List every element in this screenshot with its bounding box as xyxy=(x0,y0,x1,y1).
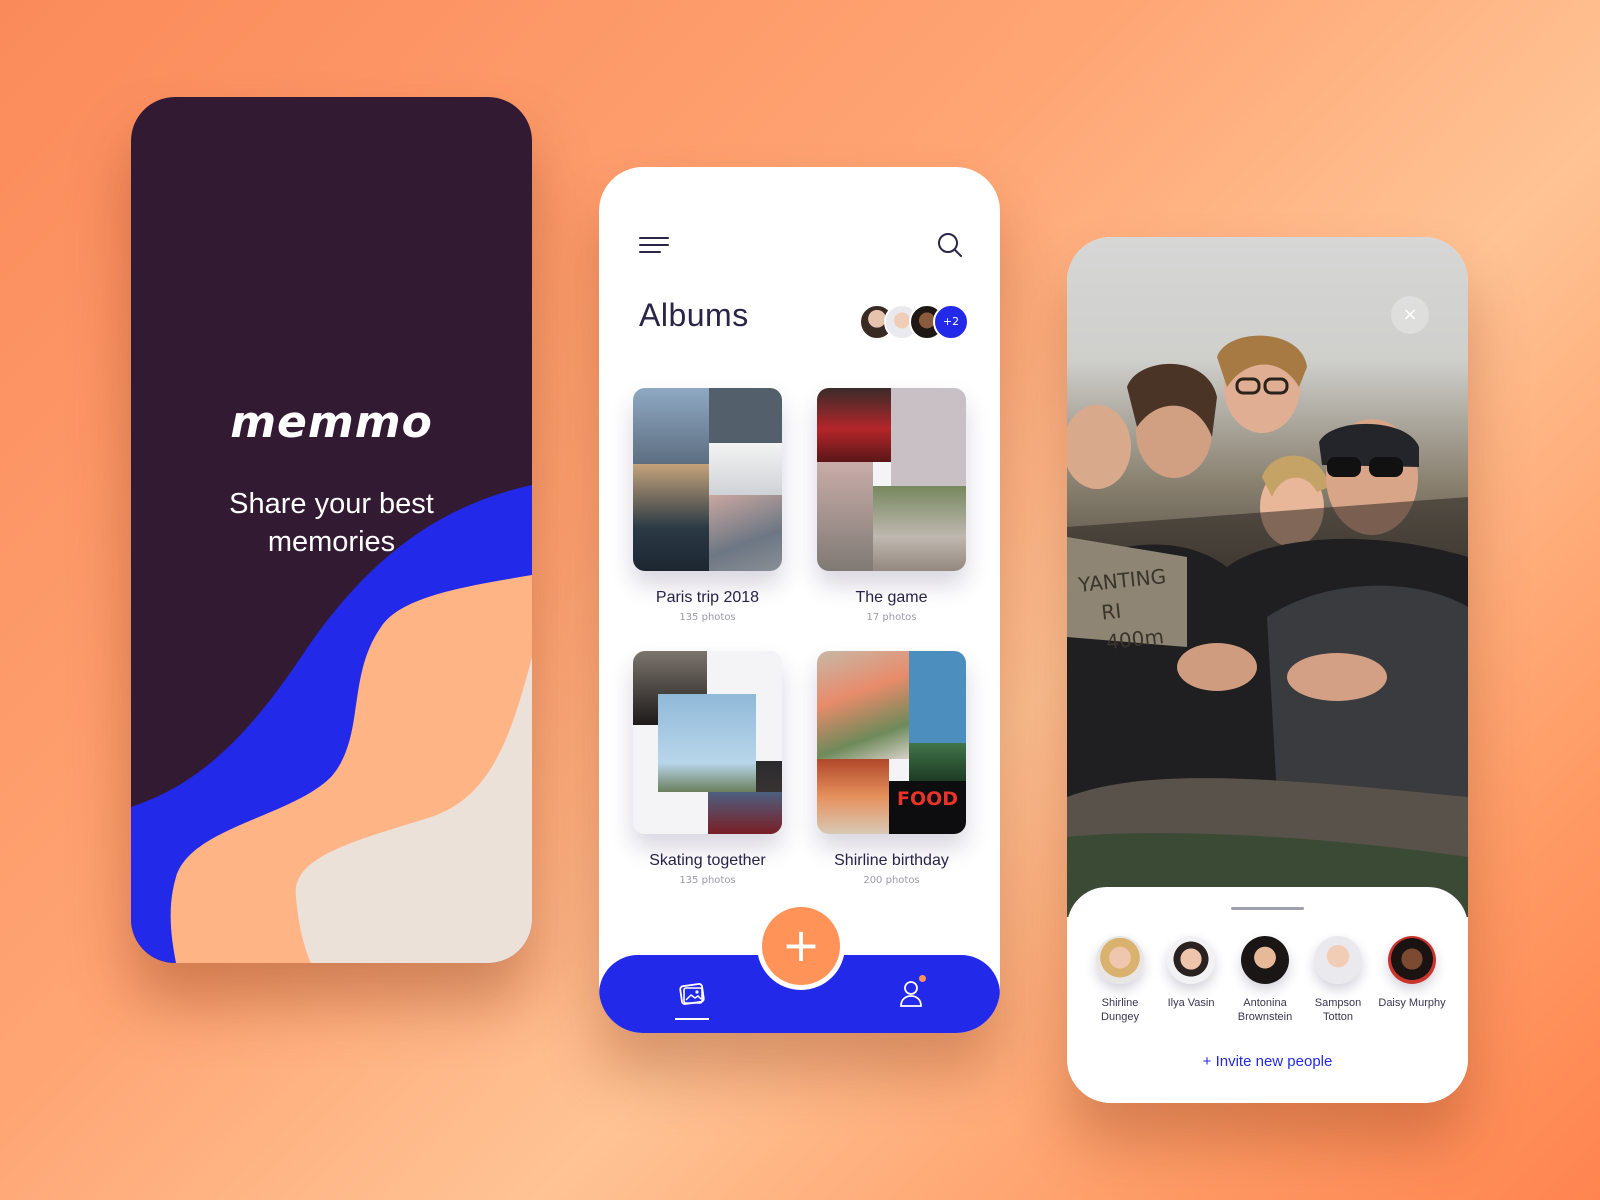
person-item[interactable]: Antonina Brownstein xyxy=(1229,936,1301,1024)
album-detail-screen: YANTING RI 400m × Shirline Dungey Ilya V… xyxy=(1067,237,1468,1103)
page-title: Albums xyxy=(639,297,749,333)
album-title: The game xyxy=(855,589,928,606)
close-button[interactable]: × xyxy=(1391,296,1429,334)
profile-icon[interactable] xyxy=(898,979,924,1009)
food-sign: FOOD xyxy=(897,788,959,810)
album-cover xyxy=(633,388,782,571)
invite-people-link[interactable]: + Invite new people xyxy=(1067,1053,1468,1070)
plus-icon: + xyxy=(781,918,821,972)
person-item[interactable]: Daisy Murphy xyxy=(1376,936,1448,1010)
album-title: Shirline birthday xyxy=(834,852,949,869)
app-logo: memmo xyxy=(230,397,433,448)
photo-illustration: YANTING RI 400m xyxy=(1067,335,1468,917)
group-photo: YANTING RI 400m xyxy=(1067,237,1468,917)
people-sheet: Shirline Dungey Ilya Vasin Antonina Brow… xyxy=(1067,887,1468,1103)
person-item[interactable]: Sampson Totton xyxy=(1302,936,1374,1024)
person-item[interactable]: Ilya Vasin xyxy=(1155,936,1227,1010)
album-cover: FOOD xyxy=(817,651,966,834)
person-name: Shirline Dungey xyxy=(1101,997,1139,1023)
svg-text:RI: RI xyxy=(1100,599,1122,625)
photos-icon[interactable] xyxy=(677,979,707,1009)
avatar xyxy=(1167,936,1215,984)
album-card[interactable]: FOOD Shirline birthday 200 photos xyxy=(817,651,966,886)
album-card[interactable]: Skating together 135 photos xyxy=(633,651,782,886)
more-collaborators-badge[interactable]: +2 xyxy=(933,304,969,340)
person-name: Ilya Vasin xyxy=(1167,997,1215,1009)
albums-screen: Albums +2 Paris trip 2018 135 photos The… xyxy=(599,167,1000,1033)
album-photo-count: 200 photos xyxy=(863,875,920,886)
avatar xyxy=(1388,936,1436,984)
album-title: Paris trip 2018 xyxy=(655,589,760,606)
person-name: Antonina Brownstein xyxy=(1237,997,1293,1023)
album-card[interactable]: The game 17 photos xyxy=(817,388,966,623)
menu-icon[interactable] xyxy=(639,237,671,257)
search-icon[interactable] xyxy=(936,231,964,259)
album-card[interactable]: Paris trip 2018 135 photos xyxy=(633,388,782,623)
album-cover xyxy=(633,651,782,834)
person-name: Daisy Murphy xyxy=(1378,997,1446,1009)
album-photo-count: 135 photos xyxy=(679,612,736,623)
splash-screen: memmo Share your best memories xyxy=(131,97,532,963)
drag-handle[interactable] xyxy=(1231,907,1304,910)
avatar xyxy=(1241,936,1289,984)
album-photo-count: 17 photos xyxy=(866,612,917,623)
collaborators[interactable]: +2 xyxy=(859,304,969,340)
album-title: Skating together xyxy=(649,852,766,869)
avatar xyxy=(1314,936,1362,984)
person-item[interactable]: Shirline Dungey xyxy=(1084,936,1156,1024)
avatar xyxy=(1096,936,1144,984)
album-photo-count: 135 photos xyxy=(679,875,736,886)
active-tab-indicator xyxy=(675,1018,709,1020)
tagline: Share your best memories xyxy=(229,488,434,558)
person-name: Sampson Totton xyxy=(1314,997,1362,1023)
album-cover xyxy=(817,388,966,571)
add-album-button[interactable]: + xyxy=(762,907,840,985)
notification-dot xyxy=(919,975,926,982)
